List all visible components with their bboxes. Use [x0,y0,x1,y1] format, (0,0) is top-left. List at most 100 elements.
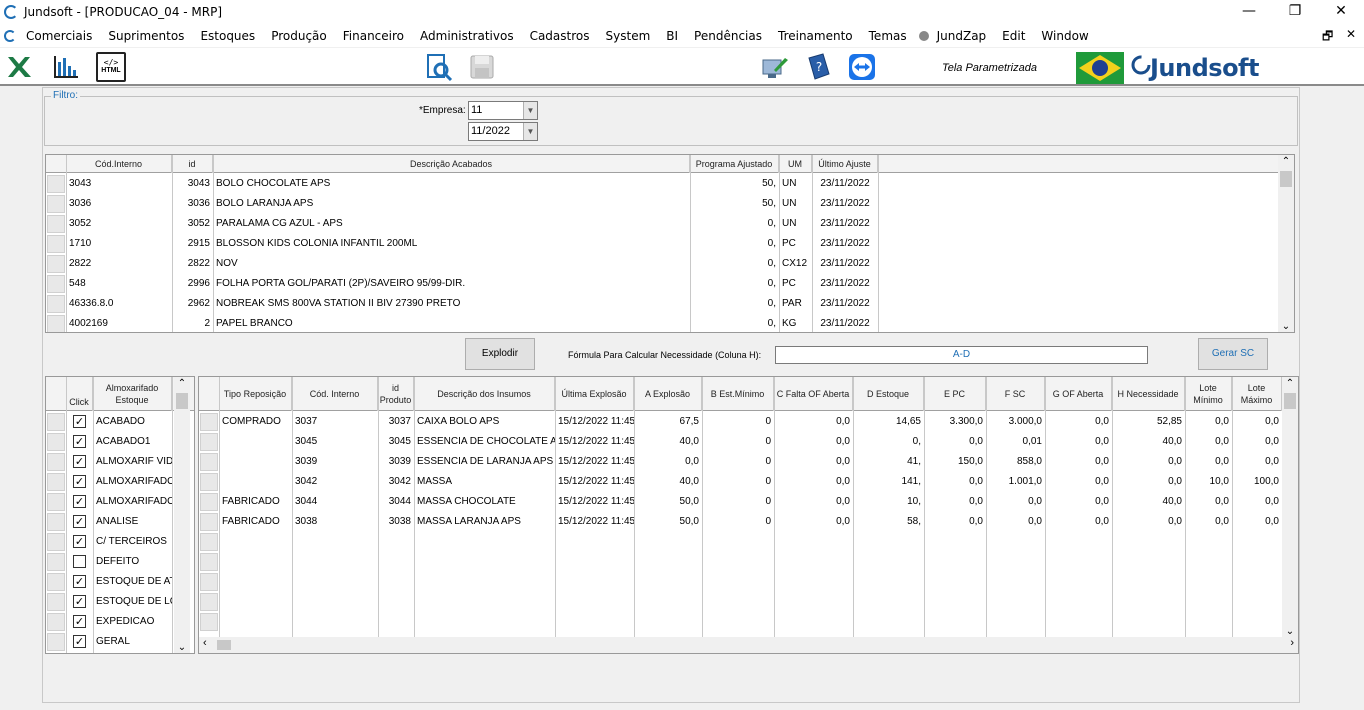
row-selector[interactable] [47,553,65,571]
table-row[interactable]: 46336.8.0 2962 NOBREAK SMS 800VA STATION I… [46,294,1294,314]
row-selector[interactable] [47,413,65,431]
checkbox-checked[interactable]: ✓ [73,455,86,468]
table-row[interactable]: 4002169 2 PAPEL BRANCO 0, KG 23/11/2022 [46,314,1294,332]
checkbox-checked[interactable]: ✓ [73,595,86,608]
help-book-icon[interactable]: ? [803,52,833,82]
col-insumo-11[interactable]: G OF Aberta [1045,377,1112,411]
checkbox-checked[interactable]: ✓ [73,635,86,648]
col-insumo-1[interactable]: Cód. Interno [292,377,378,411]
row-selector[interactable] [200,473,218,491]
scroll-left-icon[interactable]: ‹ [203,637,207,649]
table-row[interactable]: FABRICADO 3044 3044 MASSA CHOCOLATE 15/12/20… [199,492,1298,512]
mdi-close-button[interactable]: ✕ [1346,27,1356,41]
row-selector[interactable] [47,473,65,491]
excel-icon[interactable] [4,52,34,82]
menu-administrativos[interactable]: Administrativos [420,29,514,43]
explodir-button[interactable]: Explodir [465,338,535,370]
menu-cadastros[interactable]: Cadastros [530,29,590,43]
menu-edit[interactable]: Edit [1002,29,1025,43]
scroll-right-icon[interactable]: › [1290,637,1294,649]
col-insumo-3[interactable]: Descrição dos Insumos [414,377,555,411]
menu-jundzap[interactable]: JundZap [937,29,987,43]
list-item[interactable]: ✓ ALMOXARIF VIDE [46,452,194,472]
row-selector[interactable] [47,493,65,511]
row-selector[interactable] [47,215,65,233]
menu-producao[interactable]: Produção [271,29,327,43]
row-selector[interactable] [200,573,218,591]
support-tool-icon[interactable] [760,52,790,82]
col-ultimo-ajuste[interactable]: Último Ajuste [812,155,878,173]
row-selector[interactable] [47,275,65,293]
row-selector[interactable] [47,175,65,193]
checkbox-checked[interactable]: ✓ [73,515,86,528]
chevron-down-icon[interactable]: ▼ [523,123,537,140]
html-export-icon[interactable]: </> HTML [96,52,126,82]
checkbox-unchecked[interactable] [73,555,86,568]
maximize-button[interactable]: ❐ [1272,0,1318,24]
periodo-select[interactable]: 11/2022 ▼ [468,122,538,141]
scroll-up-icon[interactable]: ⌃ [1278,155,1294,169]
row-selector[interactable] [47,593,65,611]
table-row[interactable]: 3045 3045 ESSENCIA DE CHOCOLATE APS 15/12/2… [199,432,1298,452]
acabados-scrollbar[interactable]: ⌃ ⌄ [1278,155,1294,332]
menu-financeiro[interactable]: Financeiro [343,29,404,43]
checkbox-checked[interactable]: ✓ [73,415,86,428]
list-item[interactable]: ✓ ACABADO [46,412,194,432]
col-um[interactable]: UM [779,155,812,173]
row-selector[interactable] [200,433,218,451]
menu-treinamento[interactable]: Treinamento [778,29,853,43]
formula-input[interactable]: A-D [775,346,1148,364]
col-insumo-14[interactable]: Lote Máximo [1232,377,1282,411]
col-insumo-5[interactable]: A Explosão [634,377,702,411]
row-selector[interactable] [200,513,218,531]
table-row[interactable]: FABRICADO 3038 3038 MASSA LARANJA APS 15/12/… [199,512,1298,532]
row-selector[interactable] [200,533,218,551]
checkbox-checked[interactable]: ✓ [73,435,86,448]
scroll-thumb[interactable] [176,393,188,409]
scroll-thumb[interactable] [1280,171,1292,187]
col-programa-ajustado[interactable]: Programa Ajustado [690,155,779,173]
col-id[interactable]: id [172,155,213,173]
scroll-up-icon[interactable]: ⌃ [174,377,190,391]
table-row[interactable]: 2822 2822 NOV 0, CX12 23/11/2022 [46,254,1294,274]
row-selector[interactable] [47,295,65,313]
table-row[interactable]: 3042 3042 MASSA 15/12/2022 11:45 40,0 0 0,0 141… [199,472,1298,492]
col-insumo-4[interactable]: Última Explosão [555,377,634,411]
row-selector[interactable] [47,433,65,451]
table-row[interactable]: 548 2996 FOLHA PORTA GOL/PARATI (2P)/SAVEI… [46,274,1294,294]
insumos-vscrollbar[interactable]: ⌃ ⌄ [1282,377,1298,637]
table-row[interactable]: COMPRADO 3037 3037 CAIXA BOLO APS 15/12/2022… [199,412,1298,432]
list-item[interactable]: ✓ ANALISE [46,512,194,532]
scroll-thumb[interactable] [1284,393,1296,409]
menu-system[interactable]: System [606,29,651,43]
chart-report-icon[interactable] [50,52,80,82]
row-selector[interactable] [200,453,218,471]
row-selector[interactable] [200,493,218,511]
row-selector[interactable] [200,613,218,631]
col-insumo-6[interactable]: B Est.Mínimo [702,377,774,411]
checkbox-checked[interactable]: ✓ [73,495,86,508]
list-item[interactable]: ✓ C/ TERCEIROS [46,532,194,552]
hscroll-thumb[interactable] [217,640,231,650]
row-selector[interactable] [47,255,65,273]
col-insumo-10[interactable]: F SC [986,377,1045,411]
checkbox-checked[interactable]: ✓ [73,535,86,548]
mdi-restore-button[interactable]: 🗗 [1322,27,1333,48]
search-document-icon[interactable] [424,52,454,82]
menu-temas[interactable]: Temas [869,29,907,43]
list-item[interactable]: DEFEITO [46,552,194,572]
row-selector[interactable] [47,195,65,213]
col-insumo-2[interactable]: id Produto [378,377,414,411]
menu-suprimentos[interactable]: Suprimentos [108,29,184,43]
table-row[interactable]: 3043 3043 BOLO CHOCOLATE APS 50, UN 23/11/202… [46,174,1294,194]
menu-estoques[interactable]: Estoques [200,29,255,43]
list-item[interactable]: ✓ ALMOXARIFADO [46,472,194,492]
scroll-down-icon[interactable]: ⌄ [1278,321,1294,332]
list-item[interactable]: ✓ ESTOQUE DE AT [46,572,194,592]
col-click[interactable]: Click [66,377,93,411]
menu-window[interactable]: Window [1041,29,1088,43]
gerar-sc-button[interactable]: Gerar SC [1198,338,1268,370]
list-item[interactable]: ✓ ALMOXARIFADO [46,492,194,512]
list-item[interactable]: ✓ EXPEDICAO [46,612,194,632]
teamviewer-icon[interactable] [847,52,877,82]
